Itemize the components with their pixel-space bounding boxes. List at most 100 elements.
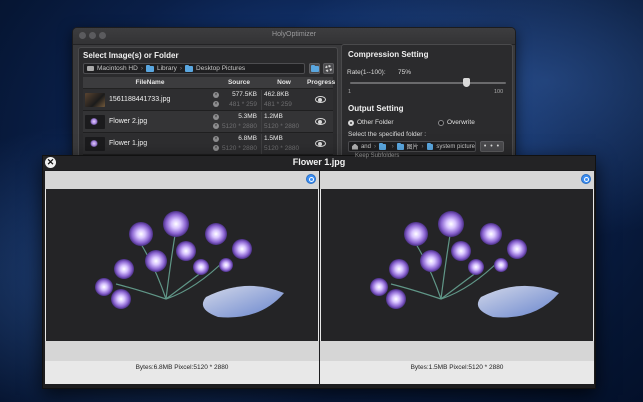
main-window: HolyOptimizer Select Image(s) or Folder … — [72, 27, 516, 161]
slider-max-label: 100 — [494, 89, 504, 95]
source-size: 577.5KB — [232, 90, 257, 98]
preview-title: Flower 1.jpg — [292, 157, 346, 167]
source-path-control[interactable]: Macintosh HD › Library › Desktop Picture… — [83, 63, 305, 74]
choose-folder-button[interactable] — [309, 63, 320, 74]
pane-footer — [45, 341, 319, 361]
pane-toolbar — [320, 171, 594, 189]
source-dimensions: 5120 * 2880 — [221, 122, 257, 130]
preview-title-bar[interactable]: ✕ Flower 1.jpg Keep Subfolders — [43, 153, 595, 170]
path-segment[interactable]: system picture — [436, 144, 475, 150]
path-segment[interactable]: and — [361, 144, 371, 150]
radio-label: Overwrite — [447, 119, 475, 126]
app-title: HolyOptimizer — [272, 31, 316, 38]
rate-label: Rate(1--100): — [347, 69, 386, 76]
rate-value: 75% — [398, 69, 412, 76]
table-row[interactable]: Flower 2.jpg × × 5.3MB 5120 * 2880 1.2MB 51… — [83, 111, 333, 133]
source-dimensions: 481 * 259 — [229, 100, 257, 108]
remove-icon[interactable]: × — [213, 92, 219, 98]
gear-icon — [325, 65, 332, 72]
column-header-now[interactable]: Now — [261, 79, 307, 86]
original-image-pane: Bytes:6.8MB Pixcel:5120 * 2880 — [45, 171, 319, 384]
file-table: FileName Source Now Progress 15611884417… — [83, 77, 335, 155]
image-thumbnail — [85, 136, 105, 151]
preview-eye-icon[interactable] — [314, 118, 326, 125]
folder-icon — [426, 142, 434, 150]
path-separator-icon: › — [421, 143, 424, 150]
source-size: 5.3MB — [238, 112, 257, 120]
remove-icon[interactable]: × — [213, 145, 219, 151]
file-name: 1561188441733.jpg — [109, 96, 171, 103]
now-size: 462.8KB — [264, 90, 289, 98]
compressed-image-info: Bytes:1.5MB Pixcel:5120 * 2880 — [410, 364, 504, 371]
folder-icon — [146, 64, 154, 72]
path-separator-icon: › — [391, 143, 394, 150]
radio-other-folder[interactable]: Other Folder — [348, 119, 394, 126]
specify-folder-label: Select the specified folder : — [348, 131, 427, 138]
table-header: FileName Source Now Progress — [83, 77, 335, 89]
original-image[interactable] — [46, 189, 318, 341]
compressed-image[interactable] — [321, 189, 593, 341]
rate-slider-track[interactable] — [350, 82, 506, 84]
preview-eye-icon[interactable] — [314, 140, 326, 147]
image-thumbnail — [85, 114, 105, 129]
title-bar[interactable]: HolyOptimizer — [73, 28, 515, 45]
select-images-panel: Select Image(s) or Folder Macintosh HD ›… — [78, 47, 338, 160]
folder-icon — [310, 64, 319, 72]
remove-icon[interactable]: × — [213, 136, 219, 142]
radio-overwrite[interactable]: Overwrite — [438, 119, 475, 126]
file-name: Flower 2.jpg — [109, 118, 148, 125]
select-images-heading: Select Image(s) or Folder — [83, 51, 179, 60]
path-separator-icon: › — [140, 65, 143, 72]
output-path-control[interactable]: and › › 图片 › system picture — [348, 141, 476, 152]
folder-icon — [378, 142, 386, 150]
now-size: 1.5MB — [264, 134, 283, 142]
radio-label: Other Folder — [357, 119, 394, 126]
rate-slider-thumb[interactable] — [463, 78, 471, 87]
home-icon — [352, 143, 358, 150]
pane-toolbar — [45, 171, 319, 189]
table-row[interactable]: Flower 1.jpg × × 6.8MB 5120 * 2880 1.5MB 51… — [83, 133, 333, 155]
image-thumbnail — [85, 92, 105, 107]
now-dimensions: 5120 * 2880 — [264, 144, 300, 152]
settings-button[interactable] — [323, 63, 334, 74]
original-image-info: Bytes:6.8MB Pixcel:5120 * 2880 — [135, 364, 229, 371]
compression-heading: Compression Setting — [348, 50, 429, 59]
now-dimensions: 481 * 259 — [264, 100, 292, 108]
remove-icon[interactable]: × — [213, 114, 219, 120]
now-dimensions: 5120 * 2880 — [264, 122, 300, 130]
output-heading: Output Setting — [348, 104, 404, 113]
settings-panel: Compression Setting Rate(1--100): 75% 1 … — [341, 44, 513, 160]
path-segment[interactable]: Desktop Pictures — [196, 65, 245, 72]
source-size: 6.8MB — [238, 134, 257, 142]
hard-disk-icon — [87, 66, 94, 71]
radio-selected-icon[interactable] — [348, 119, 354, 126]
path-segment[interactable]: 图片 — [407, 142, 419, 151]
radio-unselected-icon[interactable] — [438, 119, 444, 126]
column-header-source[interactable]: Source — [217, 79, 261, 86]
path-separator-icon: › — [179, 65, 183, 72]
column-header-progress[interactable]: Progress — [307, 79, 335, 86]
flower-image — [370, 211, 559, 318]
table-row[interactable]: 1561188441733.jpg × × 577.5KB 481 * 259 46… — [83, 89, 333, 111]
preview-eye-icon[interactable] — [314, 96, 326, 103]
path-segment[interactable]: Library — [157, 65, 177, 72]
zoom-icon[interactable] — [306, 174, 316, 184]
compressed-image-pane: Bytes:1.5MB Pixcel:5120 * 2880 — [320, 171, 594, 384]
flower-image — [95, 211, 284, 318]
remove-icon[interactable]: × — [213, 101, 219, 107]
remove-icon[interactable]: × — [213, 123, 219, 129]
pane-footer — [320, 341, 594, 361]
source-dimensions: 5120 * 2880 — [221, 144, 257, 152]
preview-window: ✕ Flower 1.jpg Keep Subfolders Bytes:6.8… — [42, 153, 596, 389]
file-name: Flower 1.jpg — [109, 140, 148, 147]
column-header-filename[interactable]: FileName — [83, 79, 217, 86]
browse-output-button[interactable]: • • • — [480, 141, 504, 152]
path-segment[interactable]: Macintosh HD — [97, 65, 138, 72]
now-size: 1.2MB — [264, 112, 283, 120]
folder-icon — [396, 142, 404, 150]
folder-icon — [185, 64, 194, 72]
zoom-icon[interactable] — [581, 174, 591, 184]
slider-min-label: 1 — [348, 89, 352, 95]
path-separator-icon: › — [373, 143, 376, 150]
keep-subfolders-label: Keep Subfolders — [355, 153, 400, 159]
